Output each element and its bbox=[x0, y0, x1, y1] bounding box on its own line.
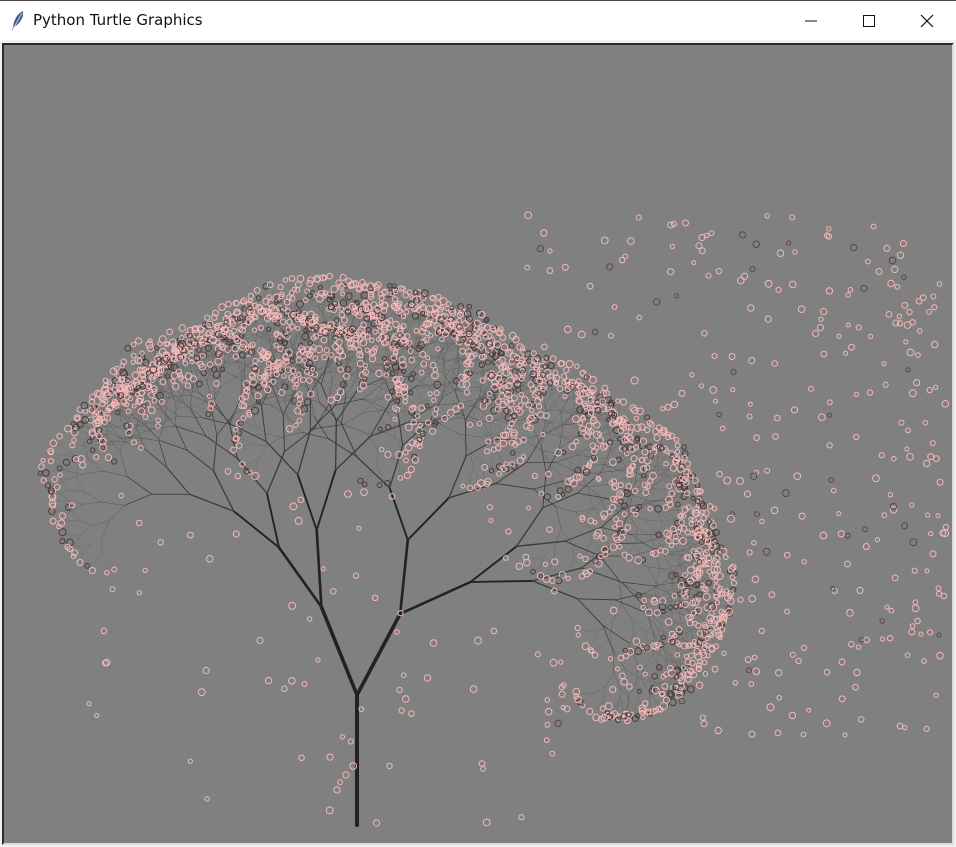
maximize-button[interactable] bbox=[840, 1, 898, 41]
feather-icon bbox=[12, 11, 23, 31]
minimize-icon bbox=[805, 20, 817, 22]
maximize-icon bbox=[863, 15, 875, 27]
turtle-canvas-frame bbox=[2, 43, 954, 845]
close-icon bbox=[920, 14, 934, 28]
title-bar[interactable]: Python Turtle Graphics bbox=[0, 0, 956, 40]
close-button[interactable] bbox=[898, 1, 956, 41]
turtle-canvas[interactable] bbox=[4, 45, 952, 843]
minimize-button[interactable] bbox=[782, 1, 840, 41]
canvas-background bbox=[4, 45, 952, 843]
turtle-window: Python Turtle Graphics bbox=[0, 0, 956, 847]
window-title: Python Turtle Graphics bbox=[33, 11, 203, 29]
